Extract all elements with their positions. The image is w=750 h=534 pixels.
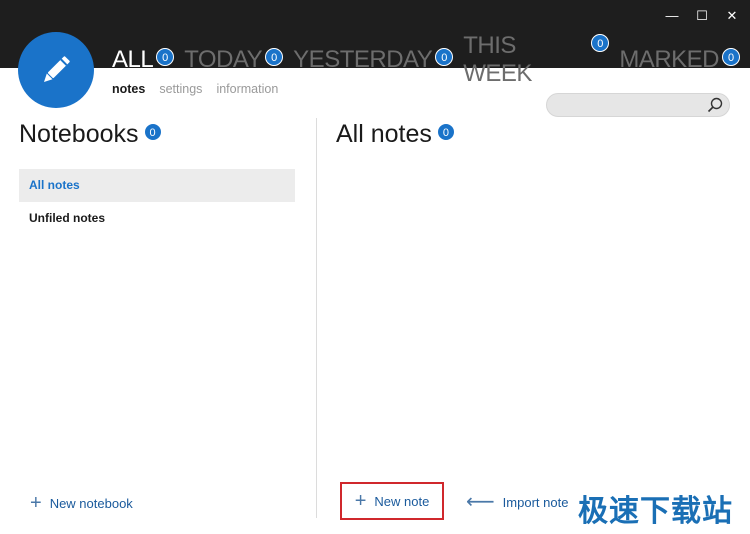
app-logo	[18, 32, 94, 108]
search-icon[interactable]	[707, 97, 723, 113]
watermark-text: 极速下载站	[578, 494, 733, 529]
tab-label: YESTERDAY	[293, 46, 433, 73]
close-button[interactable]: ✕	[724, 8, 740, 24]
filter-tabs: ALL 0 TODAY 0 YESTERDAY 0 THIS WEEK 0 MA…	[112, 32, 750, 88]
tab-label: MARKED	[619, 46, 719, 73]
new-note-button[interactable]: + New note	[340, 482, 444, 520]
search-input[interactable]	[557, 97, 711, 115]
sub-navigation: notes settings information	[112, 82, 278, 96]
nav-information[interactable]: information	[216, 82, 278, 96]
tab-label: TODAY	[184, 46, 263, 73]
new-notebook-button[interactable]: + New notebook	[30, 493, 133, 513]
tab-today[interactable]: TODAY 0	[184, 46, 284, 74]
nav-notes[interactable]: notes	[112, 82, 145, 96]
count-badge: 0	[435, 48, 454, 66]
maximize-button[interactable]: ☐	[694, 8, 710, 24]
nav-settings[interactable]: settings	[159, 82, 202, 96]
tab-marked[interactable]: MARKED 0	[619, 46, 740, 74]
window-controls: — ☐ ✕	[664, 8, 740, 24]
notebooks-heading: Notebooks 0	[19, 120, 162, 149]
count-badge: 0	[265, 48, 284, 66]
import-arrow-icon: ⟵	[466, 491, 495, 513]
minimize-button[interactable]: —	[664, 8, 680, 24]
count-badge: 0	[436, 123, 455, 141]
count-badge: 0	[143, 123, 162, 141]
count-badge: 0	[722, 48, 740, 66]
notes-heading: All notes 0	[336, 120, 455, 149]
count-badge: 0	[591, 34, 610, 52]
tab-label: ALL	[112, 46, 154, 73]
tab-all[interactable]: ALL 0	[112, 46, 175, 74]
notes-title: All notes	[336, 120, 432, 148]
new-notebook-label: New notebook	[49, 495, 133, 511]
panel-divider	[316, 118, 317, 518]
notebook-item-unfiled-notes[interactable]: Unfiled notes	[19, 202, 295, 235]
count-badge: 0	[156, 48, 175, 66]
tab-this-week[interactable]: THIS WEEK 0	[463, 32, 610, 88]
pencil-icon	[43, 56, 70, 83]
search-box	[546, 93, 730, 117]
notebooks-title: Notebooks	[19, 120, 139, 148]
import-note-label: Import note	[502, 494, 569, 510]
new-note-label: New note	[374, 493, 430, 509]
plus-icon: +	[354, 490, 367, 512]
notebook-list: All notes Unfiled notes	[19, 169, 295, 235]
notebook-item-all-notes[interactable]: All notes	[19, 169, 295, 202]
tab-label: THIS WEEK	[463, 32, 532, 87]
import-note-button[interactable]: ⟵ Import note	[466, 492, 568, 512]
plus-icon: +	[30, 492, 42, 514]
tab-yesterday[interactable]: YESTERDAY 0	[293, 46, 454, 74]
